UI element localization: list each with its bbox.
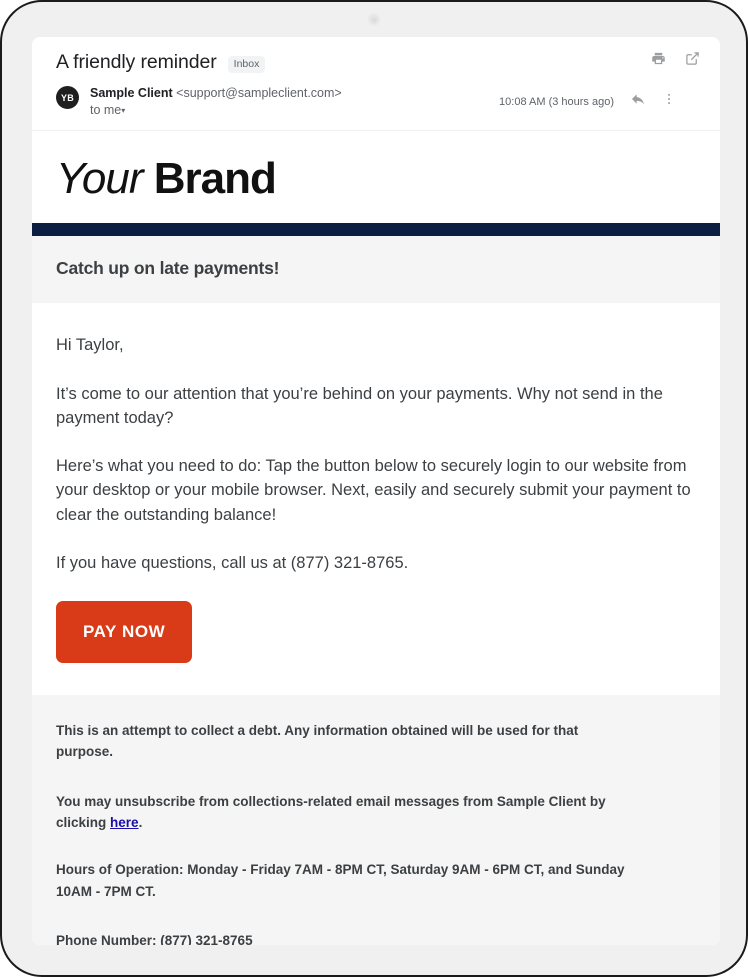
page-title: A friendly reminder — [56, 51, 217, 73]
message-meta: 10:08 AM (3 hours ago) — [499, 91, 676, 112]
cta-container: PAY NOW — [56, 601, 696, 695]
body-paragraph-3: If you have questions, call us at (877) … — [56, 553, 409, 572]
unsubscribe-paragraph: You may unsubscribe from collections-rel… — [56, 791, 636, 834]
email-footer: This is an attempt to collect a debt. An… — [32, 695, 720, 945]
print-icon[interactable] — [651, 51, 666, 71]
greeting-paragraph: Hi Taylor, — [56, 336, 124, 355]
email-body: Your Brand Catch up on late payments! Hi… — [32, 130, 720, 945]
status-badge[interactable]: Inbox — [227, 56, 266, 73]
sender-email: <support@sampleclient.com> — [176, 86, 342, 100]
sender-row: YB Sample Client <support@sampleclient.c… — [56, 85, 696, 130]
email-content: Hi Taylor, It’s come to our attention th… — [32, 303, 720, 695]
header-actions — [651, 51, 700, 71]
tablet-device-frame: A friendly reminder Inbox YB Sample Clie… — [0, 0, 748, 977]
mail-header: A friendly reminder Inbox YB Sample Clie… — [32, 37, 720, 131]
brand-header: Your Brand — [32, 131, 720, 224]
sender-details: Sample Client <support@sampleclient.com>… — [90, 85, 342, 118]
body-paragraph-1: It’s come to our attention that you’re b… — [56, 384, 663, 427]
recipient-label: to me — [90, 102, 122, 117]
recipient-line[interactable]: to me▾ — [90, 102, 342, 119]
brand-logo-bold-word: Brand — [153, 154, 277, 204]
unsubscribe-text-suffix: . — [138, 814, 143, 830]
reply-icon[interactable] — [630, 91, 646, 112]
avatar: YB — [56, 86, 79, 109]
pay-now-button[interactable]: PAY NOW — [56, 601, 193, 663]
unsubscribe-link[interactable]: here — [110, 815, 139, 830]
brand-logo: Your Brand — [56, 157, 696, 201]
hours-of-operation: Hours of Operation: Monday - Friday 7AM … — [56, 862, 625, 899]
open-in-new-icon[interactable] — [685, 51, 700, 71]
more-vertical-icon[interactable] — [662, 92, 676, 111]
brand-logo-italic-word: Your — [56, 154, 144, 204]
body-paragraph-2: Here’s what you need to do: Tap the butt… — [56, 457, 691, 524]
phone-number: Phone Number: (877) 321-8765 — [56, 932, 253, 945]
timestamp: 10:08 AM (3 hours ago) — [499, 95, 614, 108]
front-camera-icon — [369, 15, 379, 24]
device-screen: A friendly reminder Inbox YB Sample Clie… — [32, 37, 720, 945]
headline-band: Catch up on late payments! — [32, 236, 720, 304]
subject-row: A friendly reminder Inbox — [56, 51, 696, 74]
sender-line: Sample Client <support@sampleclient.com> — [90, 85, 342, 102]
sender-name: Sample Client — [90, 86, 173, 100]
email-headline: Catch up on late payments! — [56, 258, 280, 279]
chevron-down-icon[interactable]: ▾ — [121, 106, 125, 115]
debt-collection-disclaimer: This is an attempt to collect a debt. An… — [56, 723, 579, 760]
brand-accent-bar — [32, 223, 720, 237]
